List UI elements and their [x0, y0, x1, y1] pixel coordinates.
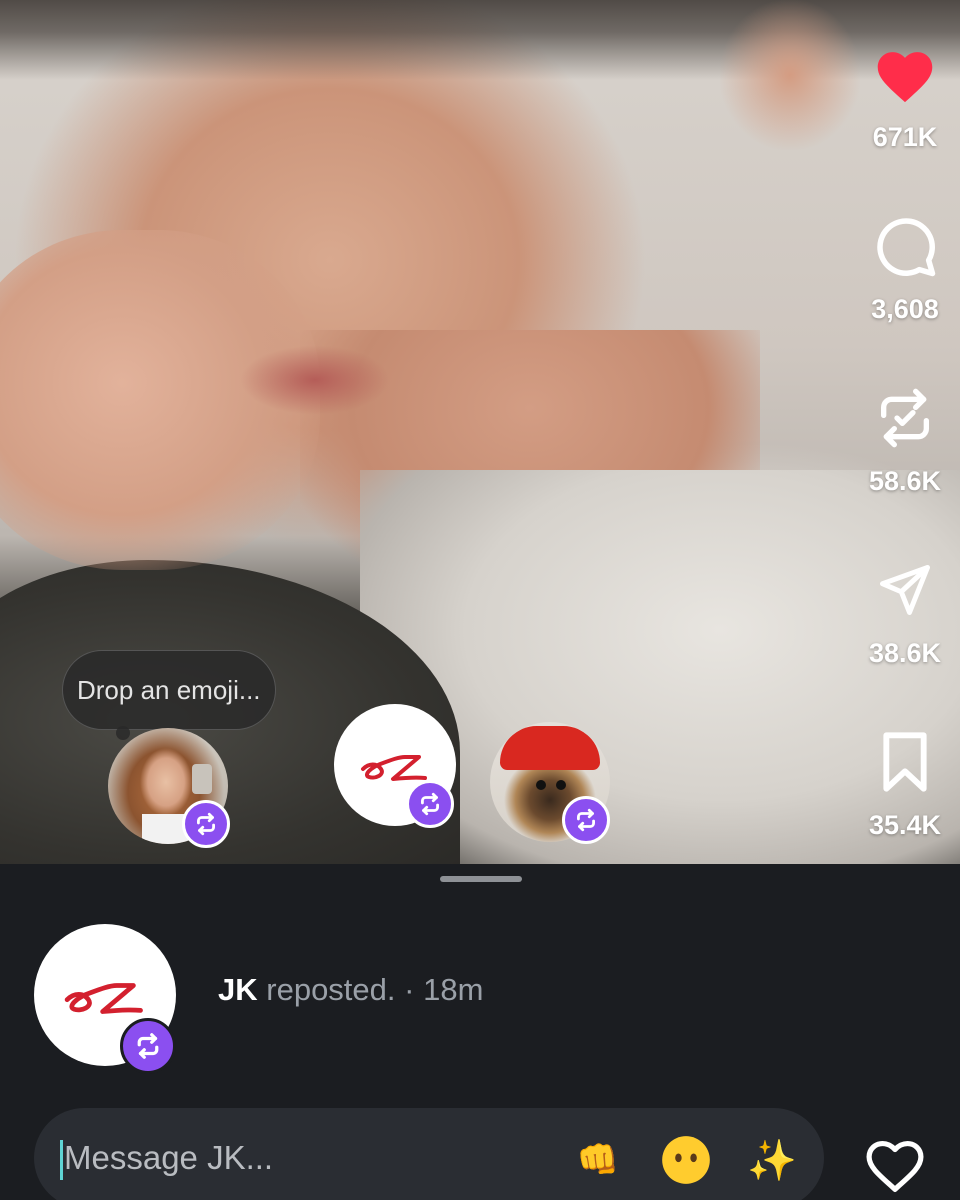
- like-count: 671K: [872, 122, 938, 152]
- reposter-avatar-2[interactable]: [334, 704, 456, 828]
- reposter-avatar-3[interactable]: [490, 722, 610, 844]
- comment-action[interactable]: 3,608: [850, 210, 960, 325]
- video-lips-region: [240, 345, 390, 415]
- repost-sheet: JK reposted. · 18m 👊 😶 ✨: [0, 864, 960, 1200]
- emoji-prompt-bubble[interactable]: Drop an emoji...: [62, 650, 276, 730]
- repost-badge: [120, 1018, 176, 1074]
- repost-username[interactable]: JK: [218, 972, 258, 1007]
- repost-icon: [197, 812, 215, 836]
- message-input[interactable]: [64, 1130, 564, 1186]
- share-action[interactable]: 38.6K: [850, 554, 960, 669]
- repost-count: 58.6K: [868, 466, 942, 496]
- emoji-fist-button[interactable]: 👊: [570, 1132, 626, 1188]
- jk-logo-mark: [361, 755, 427, 781]
- repost-separator: ·: [404, 972, 415, 1007]
- repost-check-icon[interactable]: [869, 382, 941, 454]
- repost-action-text: reposted.: [266, 972, 396, 1007]
- phone-shape: [192, 764, 212, 794]
- repost-description: JK reposted. · 18m: [218, 972, 483, 1008]
- repost-row[interactable]: JK reposted. · 18m: [34, 924, 914, 1074]
- dog-eye-right: [556, 780, 566, 790]
- video-frame[interactable]: 671K 3,608 58.6K 38.6K 35.4K Drop an emo…: [0, 0, 960, 864]
- emoji-sparkles-button[interactable]: ✨: [744, 1132, 800, 1188]
- save-count: 35.4K: [868, 810, 942, 840]
- send-icon[interactable]: [869, 554, 941, 626]
- emoji-prompt-tail: [116, 726, 130, 740]
- reposter-avatar-1[interactable]: [108, 728, 230, 848]
- emoji-sparkles: ✨: [747, 1138, 797, 1183]
- repost-badge: [562, 796, 610, 844]
- emoji-face-button[interactable]: 😶: [658, 1132, 714, 1188]
- repost-badge: [182, 800, 230, 848]
- save-action[interactable]: 35.4K: [850, 726, 960, 841]
- repost-icon: [421, 792, 439, 816]
- share-count: 38.6K: [868, 638, 942, 668]
- bookmark-icon[interactable]: [869, 726, 941, 798]
- sheet-drag-handle[interactable]: [440, 876, 522, 882]
- heart-filled-icon[interactable]: [869, 38, 941, 110]
- comment-count: 3,608: [871, 294, 939, 324]
- like-action[interactable]: 671K: [850, 38, 960, 153]
- jk-logo-mark: [64, 983, 143, 1014]
- text-cursor: [60, 1140, 63, 1180]
- emoji-prompt-text: Drop an emoji...: [77, 674, 261, 705]
- repost-icon: [577, 808, 595, 832]
- repost-icon: [137, 1033, 159, 1059]
- video-ear-region: [720, 0, 860, 150]
- red-cap-shape: [500, 726, 600, 770]
- jk-avatar[interactable]: [34, 924, 176, 1074]
- heart-outline-icon[interactable]: [862, 1134, 928, 1194]
- repost-badge: [406, 780, 454, 828]
- message-composer[interactable]: 👊 😶 ✨: [34, 1108, 824, 1200]
- repost-time: 18m: [423, 972, 484, 1007]
- no-mouth-face-icon: [662, 1136, 710, 1184]
- repost-action[interactable]: 58.6K: [850, 382, 960, 497]
- emoji-fist: 👊: [576, 1141, 620, 1179]
- comment-icon[interactable]: [869, 210, 941, 282]
- dog-eye-left: [536, 780, 546, 790]
